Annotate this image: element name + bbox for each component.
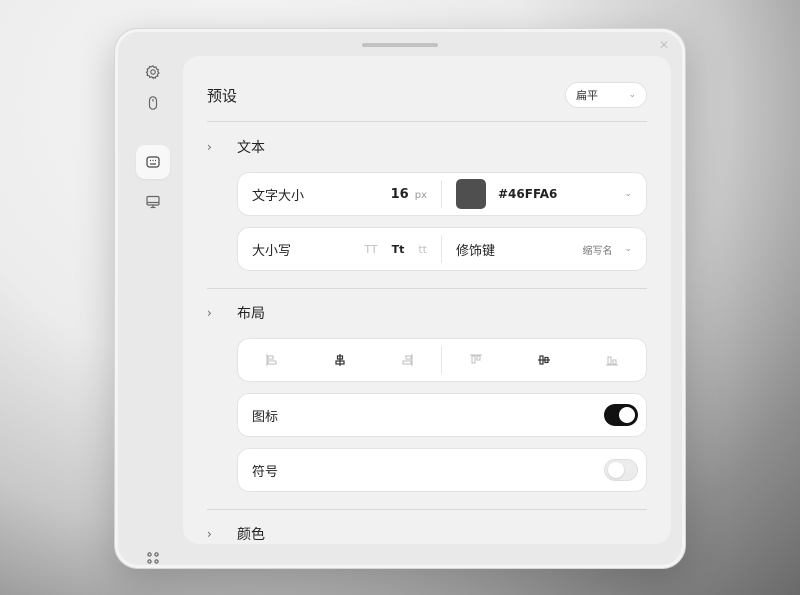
horizontal-alignment-group [238, 339, 441, 381]
align-left-button[interactable] [238, 339, 306, 381]
symbol-toggle-label: 符号 [252, 464, 279, 480]
preset-value: 扁平 [576, 89, 598, 102]
sidebar-item-general[interactable] [136, 55, 170, 89]
drag-handle[interactable] [362, 43, 438, 47]
modifier-label: 修饰键 [456, 243, 496, 259]
font-size-label: 文字大小 [252, 188, 305, 204]
align-right-icon [402, 354, 413, 366]
color-swatch[interactable] [456, 179, 486, 209]
divider [207, 121, 647, 122]
icon-toggle-label: 图标 [252, 409, 279, 425]
settings-panel: 预设 扁平 ⌄ › 文本 文字大小 16 px #46FFA6 ⌄ 大小写 TT… [183, 56, 671, 544]
gear-icon [145, 64, 160, 80]
preset-title: 预设 [207, 86, 238, 105]
case-option-upper[interactable]: TT [364, 243, 377, 256]
section-title: 颜色 [237, 527, 265, 543]
color-hex-value: #46FFA6 [498, 187, 558, 201]
alignment-card [237, 338, 647, 382]
section-title: 布局 [237, 306, 265, 322]
modifier-value: 缩写名 [582, 245, 613, 257]
case-control: 大小写 TT Tt tt [238, 228, 441, 270]
mouse-icon [148, 96, 158, 110]
font-size-value[interactable]: 16 [391, 187, 409, 202]
align-middle-button[interactable] [510, 339, 578, 381]
chevron-down-icon: ⌄ [628, 90, 636, 100]
section-header-text[interactable]: › 文本 [207, 137, 265, 157]
chevron-right-icon: › [207, 527, 212, 541]
chevron-right-icon: › [207, 306, 212, 320]
chevron-down-icon: ⌄ [624, 189, 632, 199]
symbol-toggle-row: 符号 [237, 448, 647, 492]
section-header-color[interactable]: › 颜色 [207, 524, 265, 544]
align-bottom-button[interactable] [578, 339, 646, 381]
section-header-layout[interactable]: › 布局 [207, 303, 265, 323]
align-top-button[interactable] [442, 339, 510, 381]
font-size-color-card: 文字大小 16 px #46FFA6 ⌄ [237, 172, 647, 216]
settings-window: ✕ 预设 扁平 ⌄ › 文本 文字大小 16 px #46FFA6 ⌄ 大小写 … [114, 28, 686, 569]
symbol-toggle[interactable] [604, 459, 638, 481]
icon-toggle[interactable] [604, 404, 638, 426]
align-middle-icon [538, 355, 550, 365]
case-modifier-card: 大小写 TT Tt tt 修饰键 缩写名 ⌄ [237, 227, 647, 271]
case-option-lower[interactable]: tt [418, 243, 427, 256]
chevron-down-icon: ⌄ [624, 244, 632, 254]
toggle-knob [619, 407, 635, 423]
case-option-title[interactable]: Tt [392, 243, 405, 256]
monitor-icon [146, 195, 160, 209]
case-label: 大小写 [252, 243, 292, 259]
align-bottom-icon [606, 356, 618, 366]
sidebar-item-keyboard[interactable] [136, 145, 170, 179]
apps-grid-icon [147, 552, 159, 564]
icon-toggle-row: 图标 [237, 393, 647, 437]
sidebar-item-display[interactable] [136, 185, 170, 219]
divider [207, 509, 647, 510]
align-left-icon [266, 354, 277, 366]
section-title: 文本 [237, 140, 265, 156]
font-size-control[interactable]: 文字大小 16 px [238, 173, 441, 215]
vertical-alignment-group [442, 339, 646, 381]
close-icon[interactable]: ✕ [657, 38, 671, 52]
align-center-icon [334, 354, 345, 366]
font-size-unit: px [414, 189, 427, 201]
keyboard-icon [146, 156, 160, 168]
color-picker[interactable]: #46FFA6 ⌄ [442, 173, 646, 215]
modifier-select[interactable]: 修饰键 缩写名 ⌄ [442, 228, 646, 270]
align-right-button[interactable] [373, 339, 441, 381]
sidebar-item-more[interactable] [136, 541, 170, 568]
preset-row: 预设 扁平 ⌄ [207, 80, 647, 110]
toggle-knob [608, 462, 624, 478]
preset-select[interactable]: 扁平 ⌄ [565, 82, 647, 108]
sidebar [133, 55, 173, 564]
chevron-right-icon: › [207, 140, 212, 154]
sidebar-item-mouse[interactable] [136, 86, 170, 120]
divider [207, 288, 647, 289]
align-center-button[interactable] [306, 339, 374, 381]
align-top-icon [470, 354, 482, 364]
